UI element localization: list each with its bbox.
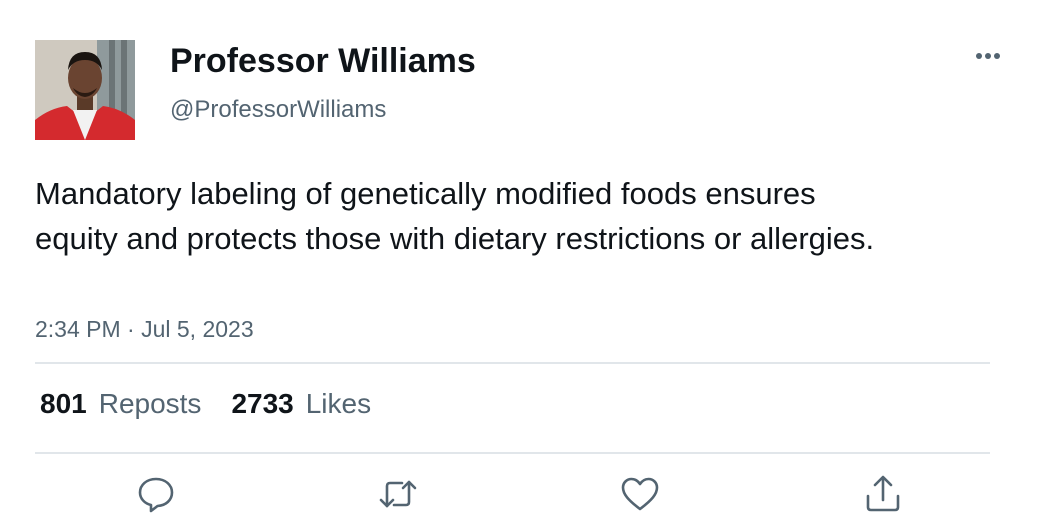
user-handle[interactable]: @ProfessorWilliams — [170, 96, 386, 124]
reposts-label: Reposts — [98, 388, 202, 419]
avatar-photo-icon — [35, 40, 135, 140]
display-name[interactable]: Professor Williams — [170, 42, 476, 81]
engagement-stats: 801 Reposts 2733 Likes — [40, 388, 371, 420]
share-upload-icon — [866, 475, 900, 512]
heart-icon — [621, 477, 659, 511]
more-options-icon — [976, 53, 1000, 59]
reply-button[interactable] — [134, 472, 178, 516]
action-bar — [0, 472, 1050, 520]
timestamp[interactable]: 2:34 PM · Jul 5, 2023 — [35, 316, 254, 343]
avatar[interactable] — [35, 40, 135, 140]
share-button[interactable] — [861, 472, 905, 516]
more-options-button[interactable] — [962, 38, 1014, 74]
repost-arrows-icon — [379, 480, 417, 508]
like-button[interactable] — [618, 472, 662, 516]
speech-bubble-icon — [138, 477, 174, 513]
likes-count: 2733 — [231, 388, 294, 419]
divider — [35, 452, 990, 454]
likes-label: Likes — [305, 388, 372, 419]
repost-button[interactable] — [376, 472, 420, 516]
divider — [35, 362, 990, 364]
likes-stat[interactable]: 2733 Likes — [231, 388, 371, 420]
tweet-card: Professor Williams @ProfessorWilliams Ma… — [0, 0, 1050, 525]
reposts-count: 801 — [40, 388, 87, 419]
reposts-stat[interactable]: 801 Reposts — [40, 388, 201, 420]
tweet-text: Mandatory labeling of genetically modifi… — [35, 176, 875, 256]
